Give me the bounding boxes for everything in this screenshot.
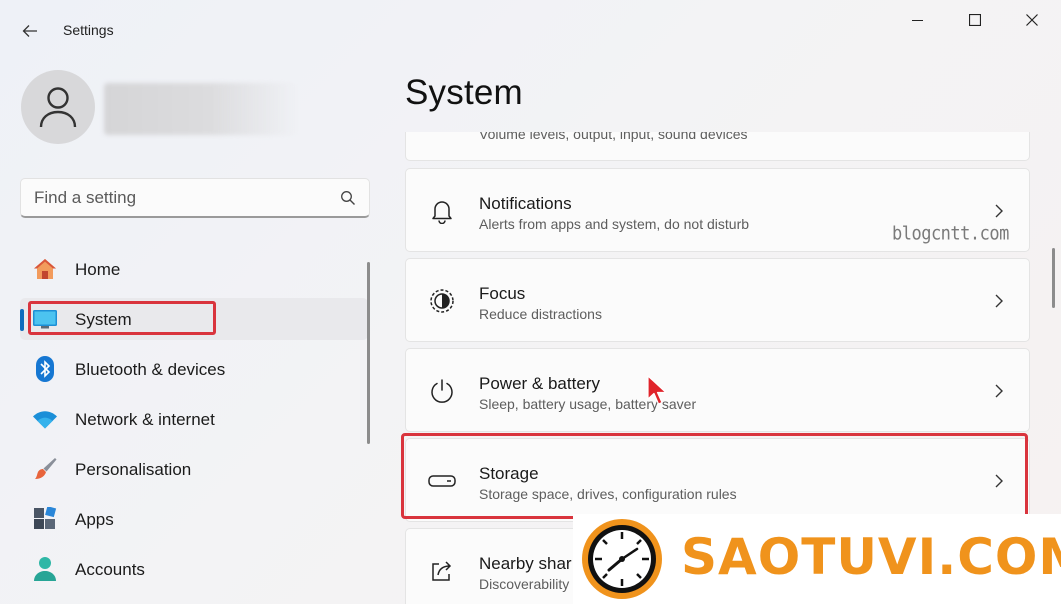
card-sound[interactable]: Volume levels, output, input, sound devi…: [405, 132, 1030, 161]
sidebar-item-label: Accounts: [75, 560, 145, 579]
focus-icon: [428, 287, 456, 315]
card-title: Notifications: [479, 194, 572, 213]
apps-icon: [32, 507, 58, 531]
mouse-cursor-icon: [647, 375, 667, 405]
sidebar-item-label: Personalisation: [75, 460, 192, 479]
profile-name-redacted: [104, 83, 298, 135]
share-icon: [428, 557, 456, 585]
sidebar-item-label: Home: [75, 260, 121, 279]
sidebar-scrollbar[interactable]: [367, 262, 370, 444]
card-title: Power & battery: [479, 374, 600, 393]
main-scrollbar[interactable]: [1052, 248, 1055, 308]
card-title: Nearby shar: [479, 554, 572, 573]
bluetooth-icon: [32, 356, 58, 382]
chevron-right-icon: [995, 384, 1003, 398]
annotation-highlight-system: [28, 301, 216, 335]
home-icon: [32, 257, 58, 281]
chevron-right-icon: [995, 294, 1003, 308]
card-focus[interactable]: Focus Reduce distractions: [405, 258, 1030, 342]
search-icon: [341, 191, 355, 205]
sidebar-item-label: Bluetooth & devices: [75, 360, 226, 379]
back-arrow-icon: [22, 25, 37, 37]
user-icon: [39, 87, 77, 128]
clock-logo-icon: [582, 519, 662, 599]
account-icon: [32, 557, 58, 581]
minimize-icon: [911, 19, 923, 21]
brand-banner: SAOTUVI.COM: [573, 514, 1061, 604]
card-subtitle: Alerts from apps and system, do not dist…: [479, 216, 750, 232]
chevron-right-icon: [995, 204, 1003, 218]
card-subtitle: Reduce distractions: [479, 306, 602, 322]
wifi-icon: [32, 407, 58, 431]
sidebar-item-home[interactable]: Home: [20, 248, 368, 290]
search-input[interactable]: [34, 188, 324, 208]
page-title: System: [405, 73, 523, 112]
back-button[interactable]: [12, 14, 48, 48]
brand-logo-text: SAOTUVI.COM: [681, 528, 1061, 586]
power-icon: [428, 377, 456, 405]
paintbrush-icon: [32, 457, 58, 481]
selected-indicator: [20, 309, 24, 331]
maximize-button[interactable]: [952, 6, 998, 34]
card-title: Focus: [479, 284, 526, 303]
sidebar-item-accounts[interactable]: Accounts: [20, 548, 368, 590]
app-title: Settings: [63, 22, 114, 38]
bell-icon: [428, 197, 456, 225]
card-subtitle: Discoverability: [479, 576, 570, 592]
sidebar-item-personalisation[interactable]: Personalisation: [20, 448, 368, 490]
annotation-highlight-storage: [401, 433, 1028, 519]
card-power-battery[interactable]: Power & battery Sleep, battery usage, ba…: [405, 348, 1030, 432]
maximize-icon: [969, 14, 981, 26]
sidebar-item-label: Apps: [75, 510, 114, 529]
sidebar-item-apps[interactable]: Apps: [20, 498, 368, 540]
sidebar-item-bluetooth[interactable]: Bluetooth & devices: [20, 348, 368, 390]
search-box[interactable]: [20, 178, 370, 218]
close-button[interactable]: [1009, 6, 1055, 34]
sidebar-item-network[interactable]: Network & internet: [20, 398, 368, 440]
close-icon: [1026, 14, 1038, 26]
minimize-button[interactable]: [894, 6, 940, 34]
avatar[interactable]: [21, 70, 95, 144]
watermark-text: blogcntt.com: [892, 223, 1009, 245]
card-subtitle: Volume levels, output, input, sound devi…: [479, 132, 748, 142]
sidebar-item-label: Network & internet: [75, 410, 215, 429]
